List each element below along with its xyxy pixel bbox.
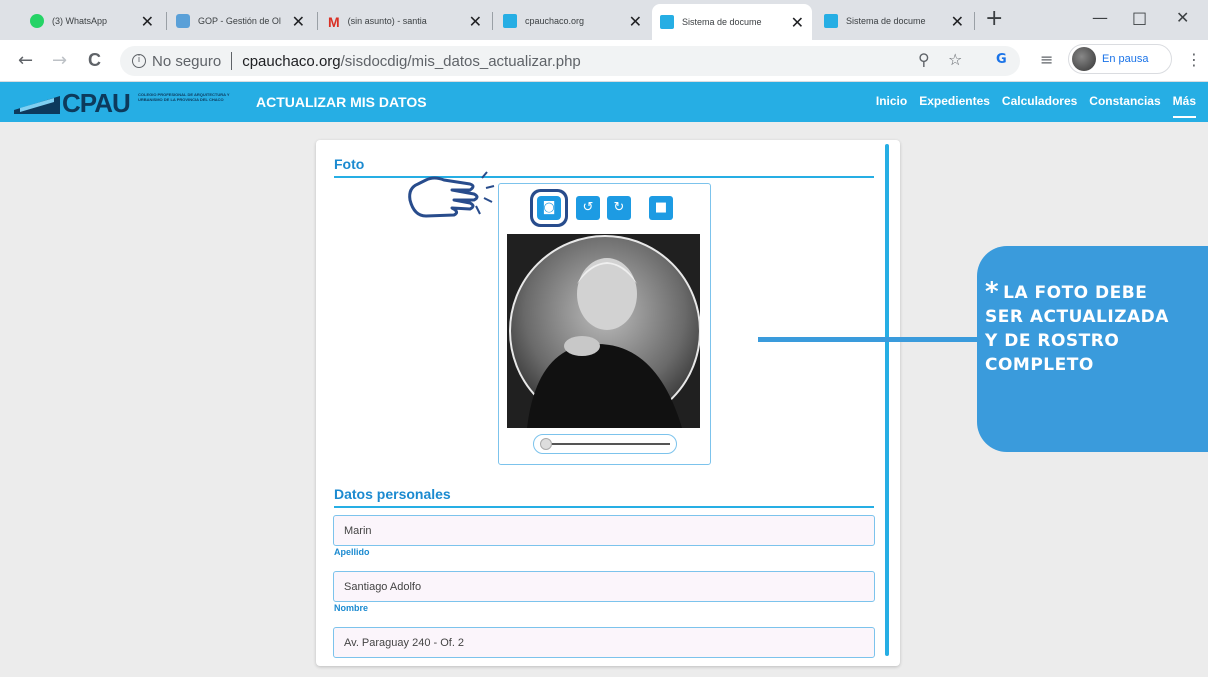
restore-button[interactable]: □ bbox=[1132, 8, 1147, 27]
pointing-hand-icon bbox=[408, 171, 495, 218]
tab-title: (3) WhatsApp bbox=[52, 16, 108, 26]
logo-subtitle: COLEGIO PROFESIONAL DE ARQUITECTURA Y UR… bbox=[138, 92, 230, 102]
close-icon[interactable]: ✕ bbox=[791, 13, 804, 32]
close-icon[interactable]: ✕ bbox=[629, 12, 642, 31]
camera-button[interactable]: ◙ bbox=[537, 196, 561, 220]
window-close-button[interactable]: ✕ bbox=[1176, 8, 1189, 27]
camera-icon: ◙ bbox=[542, 200, 556, 215]
trash-icon: ■ bbox=[654, 200, 668, 215]
close-icon[interactable]: ✕ bbox=[469, 12, 482, 31]
rotate-right-button[interactable]: ↻ bbox=[607, 196, 631, 220]
app-header: CPAU COLEGIO PROFESIONAL DE ARQUITECTURA… bbox=[0, 82, 1208, 122]
close-icon[interactable]: ✕ bbox=[951, 12, 964, 31]
nav-calculadores[interactable]: Calculadores bbox=[1002, 94, 1077, 118]
browser-toolbar: ← → C i No seguro cpauchaco.org /sisdocd… bbox=[0, 40, 1208, 82]
annotation-line-4: COMPLETO bbox=[985, 355, 1094, 375]
annotation-line-3: Y DE ROSTRO bbox=[985, 331, 1120, 351]
rotate-right-icon: ↻ bbox=[613, 200, 625, 215]
new-tab-button[interactable]: + bbox=[985, 6, 1003, 31]
info-icon[interactable]: i bbox=[132, 54, 146, 68]
reload-button[interactable]: C bbox=[88, 50, 101, 71]
extension-icon[interactable]: G bbox=[996, 52, 1007, 67]
close-icon[interactable]: ✕ bbox=[292, 12, 305, 31]
gmail-icon: M bbox=[328, 14, 340, 30]
tab-whatsapp[interactable]: (3) WhatsApp ✕ bbox=[22, 6, 162, 36]
cpau-doc-icon bbox=[660, 15, 674, 29]
portrait-image bbox=[507, 234, 700, 428]
photo-section-title: Foto bbox=[334, 156, 365, 172]
nombre-label: Nombre bbox=[334, 603, 369, 613]
logo-text[interactable]: CPAU bbox=[62, 88, 131, 119]
annotation-callout: * LA FOTO DEBE SER ACTUALIZADA Y DE ROSTR… bbox=[977, 246, 1208, 452]
profile-photo[interactable] bbox=[507, 234, 700, 428]
zoom-slider[interactable] bbox=[533, 434, 677, 454]
back-button[interactable]: ← bbox=[18, 50, 33, 71]
address-bar[interactable]: i No seguro cpauchaco.org /sisdocdig/mis… bbox=[120, 46, 1020, 76]
reading-list-icon[interactable]: ≡ bbox=[1040, 50, 1053, 69]
slider-handle[interactable] bbox=[540, 438, 552, 450]
bookmark-star-icon[interactable]: ☆ bbox=[948, 50, 962, 69]
tab-sistema[interactable]: Sistema de docume ✕ bbox=[816, 6, 972, 36]
apellido-label: Apellido bbox=[334, 547, 370, 557]
annotation-connector bbox=[758, 337, 982, 342]
minimize-button[interactable]: — bbox=[1092, 8, 1108, 27]
rotate-left-button[interactable]: ↺ bbox=[576, 196, 600, 220]
section-divider bbox=[334, 506, 874, 508]
avatar bbox=[1072, 47, 1096, 71]
zoom-icon[interactable]: ⚲ bbox=[918, 50, 930, 69]
tab-strip: (3) WhatsApp ✕ GOP - Gestión de Ol ✕ M (… bbox=[0, 0, 1208, 40]
nav-inicio[interactable]: Inicio bbox=[876, 94, 907, 118]
browser-menu-icon[interactable]: ⋮ bbox=[1186, 50, 1202, 69]
tab-gop[interactable]: GOP - Gestión de Ol ✕ bbox=[168, 6, 313, 36]
whatsapp-icon bbox=[30, 14, 44, 28]
nav-constancias[interactable]: Constancias bbox=[1089, 94, 1160, 118]
cpau-icon bbox=[503, 14, 517, 28]
security-label: No seguro bbox=[152, 52, 222, 70]
nav-expedientes[interactable]: Expedientes bbox=[919, 94, 990, 118]
rotate-left-icon: ↺ bbox=[582, 200, 594, 215]
annotation-line-2: SER ACTUALIZADA bbox=[985, 307, 1169, 327]
nombre-field[interactable]: Santiago Adolfo bbox=[333, 571, 875, 602]
tab-gmail[interactable]: M (sin asunto) - santia ✕ bbox=[320, 6, 490, 36]
profile-button[interactable]: En pausa bbox=[1068, 44, 1172, 74]
main-nav: Inicio Expedientes Calculadores Constanc… bbox=[876, 94, 1196, 118]
tab-title: cpauchaco.org bbox=[525, 16, 585, 26]
annotation-star: * bbox=[985, 277, 1000, 307]
personal-section-title: Datos personales bbox=[334, 486, 451, 502]
delete-photo-button[interactable]: ■ bbox=[649, 196, 673, 220]
tab-title: GOP - Gestión de Ol bbox=[198, 16, 281, 26]
direccion-field[interactable]: Av. Paraguay 240 - Of. 2 bbox=[333, 627, 875, 658]
nav-mas[interactable]: Más bbox=[1172, 94, 1196, 118]
tab-title: (sin asunto) - santia bbox=[347, 16, 427, 26]
scrollbar[interactable] bbox=[885, 144, 889, 656]
annotation-line-1: LA FOTO DEBE bbox=[1003, 283, 1148, 303]
cpau-doc-icon bbox=[824, 14, 838, 28]
apellido-field[interactable]: Marin bbox=[333, 515, 875, 546]
close-icon[interactable]: ✕ bbox=[141, 12, 154, 31]
tab-sistema-active[interactable]: Sistema de docume ✕ bbox=[652, 4, 812, 40]
tab-cpauchaco[interactable]: cpauchaco.org ✕ bbox=[495, 6, 650, 36]
gop-icon bbox=[176, 14, 190, 28]
page-title: ACTUALIZAR MIS DATOS bbox=[256, 94, 427, 110]
tab-title: Sistema de docume bbox=[846, 16, 926, 26]
profile-label: En pausa bbox=[1102, 53, 1149, 65]
url-path: /sisdocdig/mis_datos_actualizar.php bbox=[340, 52, 581, 70]
tab-title: Sistema de docume bbox=[682, 17, 762, 27]
cpau-logo-icon bbox=[14, 96, 60, 114]
forward-button[interactable]: → bbox=[52, 50, 67, 71]
url-host: cpauchaco.org bbox=[242, 52, 341, 70]
